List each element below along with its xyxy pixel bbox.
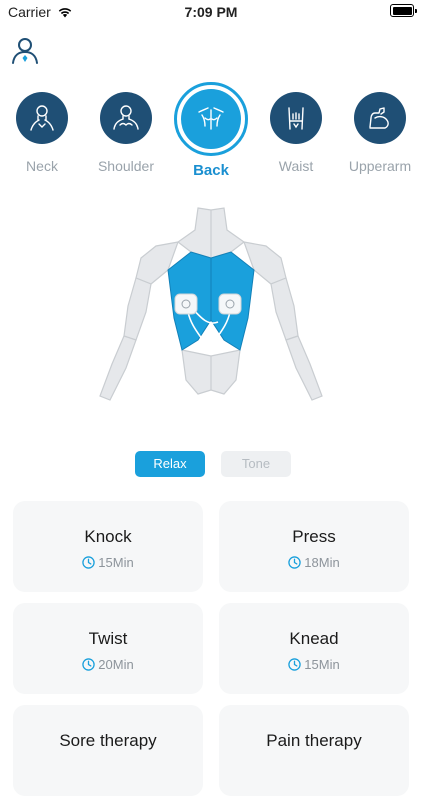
- program-duration: 15Min: [13, 555, 203, 570]
- program-name: Sore therapy: [59, 731, 157, 750]
- body-part-shoulder[interactable]: Shoulder: [86, 92, 166, 174]
- duration-text: 18Min: [304, 555, 340, 570]
- duration-text: 15Min: [304, 657, 340, 672]
- body-part-label: Shoulder: [97, 158, 155, 174]
- body-part-waist[interactable]: Waist: [256, 92, 336, 174]
- body-part-label: Waist: [278, 158, 314, 174]
- neck-icon: [16, 92, 68, 144]
- program-card-sore-therapy[interactable]: Sore therapy: [13, 705, 203, 796]
- body-part-label: Back: [193, 162, 229, 179]
- body-part-label: Upperarm: [348, 158, 412, 174]
- status-right: [390, 4, 417, 17]
- program-duration: 18Min: [219, 555, 409, 570]
- program-card-knock[interactable]: Knock 15Min: [13, 501, 203, 592]
- clock-icon: [82, 658, 96, 671]
- status-bar: Carrier 7:09 PM: [0, 0, 422, 24]
- body-part-back[interactable]: Back: [171, 82, 251, 179]
- body-part-label: Neck: [26, 158, 58, 174]
- program-name: Knead: [289, 629, 339, 648]
- battery-icon: [390, 4, 417, 17]
- duration-text: 15Min: [98, 555, 134, 570]
- program-card-twist[interactable]: Twist 20Min: [13, 603, 203, 694]
- upperarm-icon: [354, 92, 406, 144]
- clock-icon: [82, 556, 96, 569]
- program-card-pain-therapy[interactable]: Pain therapy: [219, 705, 409, 796]
- mode-selector: Relax Tone: [0, 451, 422, 477]
- back-muscle-figure: [99, 207, 323, 401]
- selected-ring: [174, 82, 248, 156]
- body-part-selector: Neck Shoulder Back Waist Upperarm: [0, 82, 422, 182]
- status-time: 7:09 PM: [184, 4, 238, 20]
- duration-text: 20Min: [98, 657, 134, 672]
- program-name: Press: [292, 527, 336, 546]
- program-card-press[interactable]: Press 18Min: [219, 501, 409, 592]
- body-part-neck[interactable]: Neck: [2, 92, 82, 174]
- shoulder-icon: [100, 92, 152, 144]
- clock-icon: [288, 556, 302, 569]
- back-icon: [181, 89, 241, 149]
- tone-mode-button[interactable]: Tone: [221, 451, 291, 477]
- program-name: Pain therapy: [266, 731, 362, 750]
- waist-icon: [270, 92, 322, 144]
- program-name: Twist: [88, 629, 128, 648]
- program-name: Knock: [84, 527, 132, 546]
- relax-mode-button[interactable]: Relax: [135, 451, 205, 477]
- body-part-upperarm[interactable]: Upperarm: [340, 92, 420, 174]
- program-duration: 20Min: [13, 657, 203, 672]
- program-card-knead[interactable]: Knead 15Min: [219, 603, 409, 694]
- program-duration: 15Min: [219, 657, 409, 672]
- user-profile-icon[interactable]: [10, 35, 40, 65]
- clock-icon: [288, 658, 302, 671]
